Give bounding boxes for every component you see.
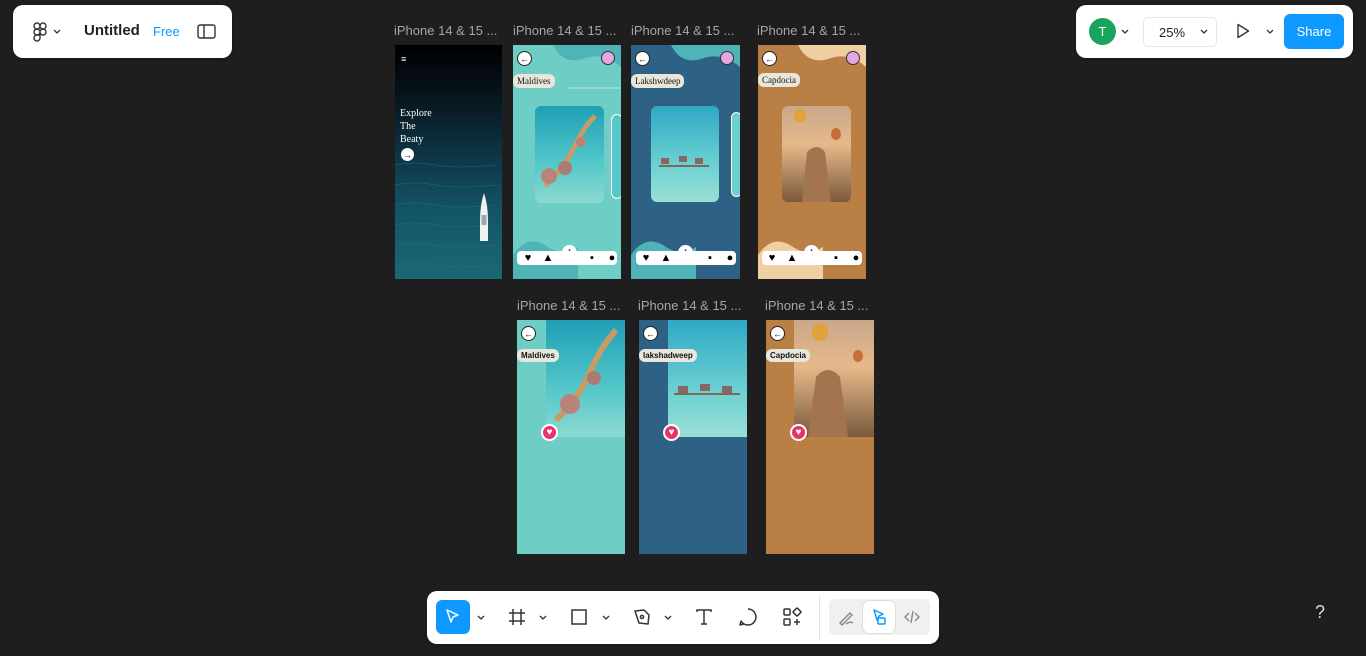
back-arrow-icon[interactable]: ← <box>770 326 785 341</box>
share-button[interactable]: Share <box>1284 14 1344 49</box>
bell-icon[interactable]: ▲ <box>541 251 555 265</box>
frame-label[interactable]: iPhone 14 & 15 ... <box>757 23 860 38</box>
place-tag: Maldives <box>513 74 555 88</box>
frame-home[interactable]: ≡ Explore The Beaty → <box>395 45 502 279</box>
zoom-dropdown[interactable]: 25% <box>1143 17 1217 47</box>
text-tool[interactable] <box>687 600 721 634</box>
heart-icon[interactable]: ♥ <box>639 251 653 265</box>
chevron-down-icon <box>1199 27 1209 37</box>
frame-like-maldives[interactable]: ← Maldives ♥ <box>517 320 625 554</box>
pen-tool[interactable] <box>625 600 659 634</box>
move-tool[interactable] <box>436 600 470 634</box>
hero-line: Explore <box>400 108 432 119</box>
chevron-down-icon[interactable] <box>476 613 486 623</box>
frame-label[interactable]: iPhone 14 & 15 ... <box>638 298 741 313</box>
header-right-panel: T 25% Share <box>1076 5 1353 58</box>
chevron-down-icon[interactable] <box>601 613 611 623</box>
profile-icon[interactable] <box>720 51 734 65</box>
photo-next[interactable] <box>731 112 740 197</box>
place-tag: Lakshwdeep <box>631 74 685 88</box>
place-tag: Capdocia <box>766 349 811 362</box>
avatar[interactable]: T <box>1089 18 1116 45</box>
frame-like-lakshadweep[interactable]: ← lakshadweep ♥ <box>639 320 747 554</box>
place-photo[interactable] <box>535 106 604 203</box>
actions-tool[interactable] <box>775 600 809 634</box>
frame-detail-maldives[interactable]: ← Maldives + ♥▲▪● <box>513 45 621 279</box>
bottom-nav-icons: ♥ ▲ ▪ ● <box>765 251 863 265</box>
hero-text: Explore The Beaty <box>400 107 432 146</box>
chevron-down-icon[interactable] <box>1265 27 1275 37</box>
users-icon[interactable]: ● <box>849 251 863 265</box>
plan-badge[interactable]: Free <box>153 24 180 39</box>
like-heart-icon[interactable]: ♥ <box>790 424 807 441</box>
profile-icon[interactable] <box>846 51 860 65</box>
sidebar-toggle-icon[interactable] <box>196 22 216 40</box>
bell-icon[interactable]: ▲ <box>659 251 673 265</box>
place-photo[interactable] <box>668 320 747 437</box>
play-icon[interactable] <box>1233 21 1253 41</box>
design-mode-icon[interactable] <box>863 601 895 633</box>
bottom-nav-icons: ♥ ▲ ▪ ● <box>521 251 619 265</box>
frame-label[interactable]: iPhone 14 & 15 ... <box>765 298 868 313</box>
frame-label[interactable]: iPhone 14 & 15 ... <box>517 298 620 313</box>
place-photo[interactable] <box>651 106 719 202</box>
frame-label[interactable]: iPhone 14 & 15 ... <box>394 23 497 38</box>
help-button[interactable]: ? <box>1315 602 1325 623</box>
frame-detail-lakshwdeep[interactable]: ← Lakshwdeep + ♥▲▪● <box>631 45 740 279</box>
photo-next[interactable] <box>611 114 621 199</box>
draw-mode-icon[interactable] <box>830 601 862 633</box>
heart-icon[interactable]: ♥ <box>521 251 535 265</box>
chat-icon[interactable]: ▪ <box>829 251 843 265</box>
place-tag: Capdocia <box>758 73 800 87</box>
bell-icon[interactable]: ▲ <box>785 251 799 265</box>
hero-line: The <box>400 121 416 132</box>
menu-icon[interactable]: ≡ <box>401 54 406 64</box>
chevron-down-icon[interactable] <box>663 613 673 623</box>
bottom-nav-icons: ♥ ▲ ▪ ● <box>639 251 737 265</box>
frame-tool[interactable] <box>500 600 534 634</box>
frame-label[interactable]: iPhone 14 & 15 ... <box>631 23 734 38</box>
place-photo[interactable] <box>782 106 851 202</box>
comment-tool[interactable] <box>731 600 765 634</box>
bottom-toolbar <box>427 591 939 644</box>
like-heart-icon[interactable]: ♥ <box>541 424 558 441</box>
arrow-right-icon[interactable]: → <box>401 148 414 161</box>
zoom-value: 25% <box>1159 25 1186 40</box>
place-tag: lakshadweep <box>639 349 697 362</box>
rectangle-tool[interactable] <box>562 600 596 634</box>
hero-line: Beaty <box>400 134 424 145</box>
users-icon[interactable]: ● <box>723 251 737 265</box>
dev-mode-icon[interactable] <box>896 601 928 633</box>
frame-like-capdocia[interactable]: ← Capdocia ♥ <box>766 320 874 554</box>
file-panel: Untitled Free <box>13 5 232 58</box>
place-photo[interactable] <box>546 320 625 437</box>
figma-logo-icon[interactable] <box>29 21 51 43</box>
like-heart-icon[interactable]: ♥ <box>663 424 680 441</box>
frame-label[interactable]: iPhone 14 & 15 ... <box>513 23 616 38</box>
back-arrow-icon[interactable]: ← <box>762 51 777 66</box>
toolbar-divider <box>819 595 820 640</box>
back-arrow-icon[interactable]: ← <box>635 51 650 66</box>
chevron-down-icon[interactable] <box>52 27 62 37</box>
profile-icon[interactable] <box>601 51 615 65</box>
back-arrow-icon[interactable]: ← <box>521 326 536 341</box>
frame-detail-capdocia[interactable]: ← Capdocia + ♥▲▪● <box>758 45 866 279</box>
heart-icon[interactable]: ♥ <box>765 251 779 265</box>
chevron-down-icon[interactable] <box>538 613 548 623</box>
back-arrow-icon[interactable]: ← <box>517 51 532 66</box>
back-arrow-icon[interactable]: ← <box>643 326 658 341</box>
file-title[interactable]: Untitled <box>84 22 140 39</box>
place-photo[interactable] <box>794 320 874 437</box>
chat-icon[interactable]: ▪ <box>585 251 599 265</box>
users-icon[interactable]: ● <box>605 251 619 265</box>
chat-icon[interactable]: ▪ <box>703 251 717 265</box>
chevron-down-icon[interactable] <box>1120 27 1130 37</box>
place-tag: Maldives <box>517 349 559 362</box>
